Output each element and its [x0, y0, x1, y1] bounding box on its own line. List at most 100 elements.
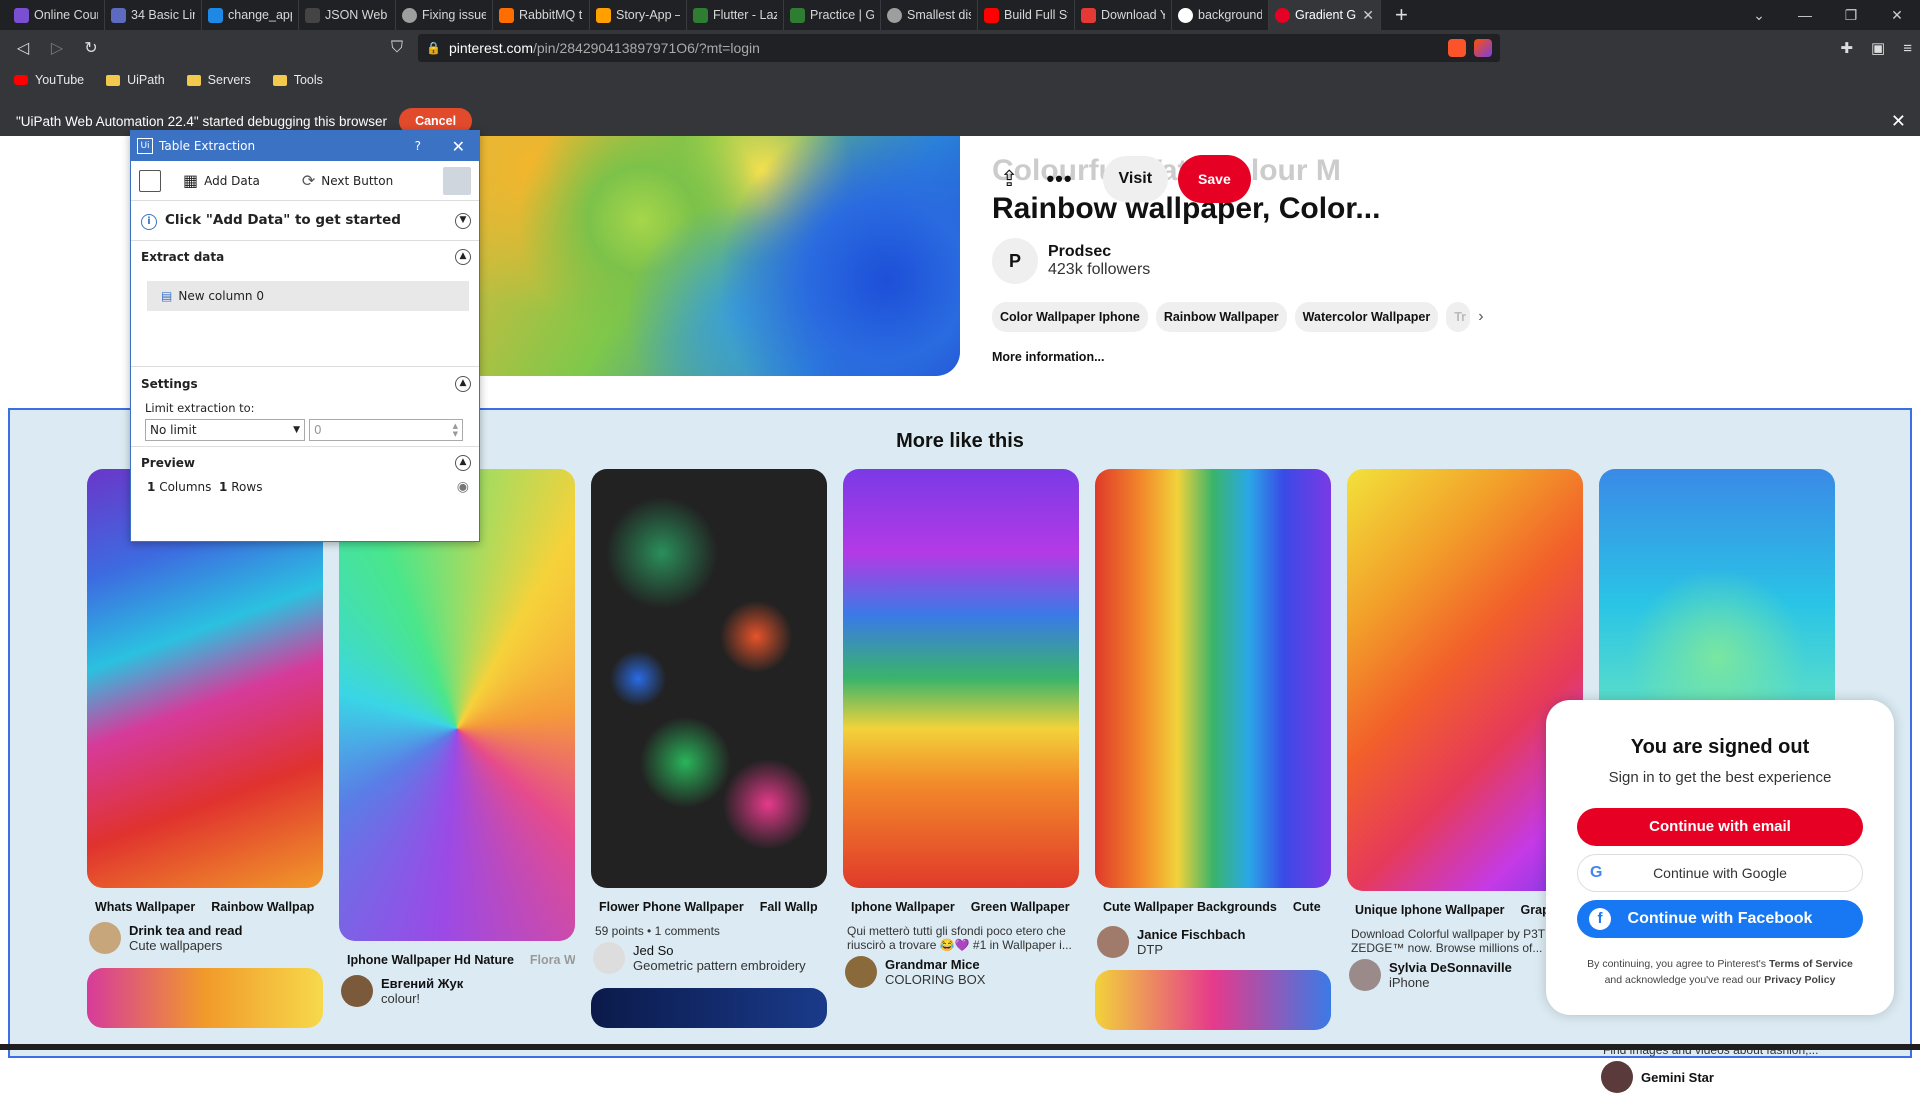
tag-chip[interactable]: Tr	[1446, 302, 1471, 332]
card-tag[interactable]: Flora W	[530, 953, 575, 967]
restore-icon[interactable]: ❐	[1828, 0, 1874, 30]
card-tag[interactable]: Unique Iphone Wallpaper	[1355, 903, 1505, 917]
card-author[interactable]: Sylvia DeSonnaville	[1389, 960, 1512, 975]
browser-tab[interactable]: Download Yout	[1075, 0, 1172, 30]
pin-card[interactable]: Flower Phone Wallpaper Fall Wallp 59 poin…	[591, 469, 827, 1028]
reload-icon[interactable]: ↻	[74, 38, 108, 58]
avatar[interactable]	[341, 975, 373, 1007]
avatar[interactable]	[845, 956, 877, 988]
limit-number-input[interactable]: 0 ▲ ▼	[309, 419, 463, 441]
more-information-link[interactable]: More information...	[992, 350, 1105, 364]
close-window-icon[interactable]: ✕	[1874, 0, 1920, 30]
card-tag[interactable]: Green Wallpaper	[971, 900, 1070, 914]
brave-rewards-icon[interactable]	[1474, 39, 1492, 57]
share-icon[interactable]: ⇪	[1000, 166, 1018, 192]
tag-chip[interactable]: Color Wallpaper Iphone	[992, 302, 1148, 332]
spinner-icon[interactable]: ▲ ▼	[453, 422, 458, 438]
save-icon[interactable]	[139, 169, 161, 192]
creator-info[interactable]: P Prodsec 423k followers	[992, 238, 1150, 284]
card-author[interactable]: Drink tea and read	[129, 923, 242, 938]
creator-name[interactable]: Prodsec	[1048, 243, 1150, 261]
forward-icon[interactable]: ▷	[40, 38, 74, 58]
back-icon[interactable]: ◁	[6, 38, 40, 58]
pin-card[interactable]: Iphone Wallpaper Green Wallpaper Qui mett…	[843, 469, 1079, 988]
tab-search-icon[interactable]: ⌄	[1736, 0, 1782, 30]
avatar[interactable]	[593, 942, 625, 974]
chevron-up-icon[interactable]: ▲	[455, 249, 471, 265]
chevron-up-icon[interactable]: ▲	[455, 455, 471, 471]
minimize-icon[interactable]: —	[1782, 0, 1828, 30]
pin-card-image[interactable]	[591, 469, 827, 888]
bookmark-icon[interactable]: ⛉	[380, 39, 414, 57]
close-tab-icon[interactable]: ✕	[1362, 7, 1374, 24]
close-icon[interactable]: ✕	[452, 137, 465, 156]
pin-card[interactable]: Cute Wallpaper Backgrounds Cute Janice Fi…	[1095, 469, 1331, 1030]
bookmark-servers[interactable]: Servers	[186, 73, 251, 87]
card-tag[interactable]: Cute Wallpaper Backgrounds	[1103, 900, 1277, 914]
pin-image[interactable]	[470, 136, 960, 376]
extensions-icon[interactable]: ✚	[1840, 39, 1853, 57]
pin-card-image[interactable]	[87, 968, 323, 1028]
avatar[interactable]	[1349, 959, 1381, 991]
browser-tab[interactable]: RabbitMQ tuto	[493, 0, 590, 30]
card-author[interactable]: Евгений Жук	[381, 976, 463, 991]
add-data-button[interactable]: ▦ Add Data	[183, 171, 260, 190]
refresh-icon[interactable]	[443, 166, 471, 195]
avatar[interactable]	[89, 922, 121, 954]
wallet-icon[interactable]: ▣	[1871, 39, 1885, 57]
browser-tab[interactable]: Smallest distinc	[881, 0, 978, 30]
pin-card-image[interactable]	[1095, 469, 1331, 888]
address-bar[interactable]: 🔒 pinterest.com/pin/284290413897971O6/?m…	[418, 34, 1500, 62]
card-author[interactable]: Jed So	[633, 943, 806, 958]
browser-tab[interactable]: 34 Basic Linux C	[105, 0, 202, 30]
avatar[interactable]	[1601, 1061, 1633, 1093]
continue-google-button[interactable]: G Continue with Google	[1577, 854, 1863, 892]
tag-chip[interactable]: Watercolor Wallpaper	[1294, 302, 1439, 332]
avatar[interactable]: P	[992, 238, 1038, 284]
close-infobar-icon[interactable]: ✕	[1891, 111, 1906, 132]
browser-tab[interactable]: Story-App – Ov	[590, 0, 687, 30]
more-options-icon[interactable]: •••	[1046, 166, 1072, 192]
card-tag[interactable]: Whats Wallpaper	[95, 900, 195, 914]
terms-link[interactable]: Terms of Service	[1769, 958, 1853, 970]
eye-icon[interactable]: ◉	[457, 479, 469, 495]
card-author[interactable]: Janice Fischbach	[1137, 927, 1245, 942]
visit-button[interactable]: Visit	[1102, 156, 1169, 202]
bookmark-tools[interactable]: Tools	[272, 73, 323, 87]
privacy-link[interactable]: Privacy Policy	[1764, 974, 1835, 986]
browser-tab[interactable]: background im	[1172, 0, 1269, 30]
continue-email-button[interactable]: Continue with email	[1577, 808, 1863, 846]
card-tag[interactable]: Iphone Wallpaper	[851, 900, 955, 914]
card-author[interactable]: Gemini Star	[1641, 1070, 1714, 1085]
card-tag[interactable]: Fall Wallp	[760, 900, 818, 914]
browser-tab-active[interactable]: Gradient G ✕	[1269, 0, 1381, 30]
pin-card[interactable]: Iphone Wallpaper Hd Nature Flora W Евгени…	[339, 469, 575, 1007]
column-item[interactable]: ▤ New column 0	[147, 281, 469, 311]
card-author[interactable]: Grandmar Mice	[885, 957, 985, 972]
limit-select[interactable]: No limit ▼	[145, 419, 305, 441]
browser-tab[interactable]: Flutter - Lazy Lo	[687, 0, 784, 30]
card-tag[interactable]: Flower Phone Wallpaper	[599, 900, 744, 914]
menu-icon[interactable]: ≡	[1903, 40, 1912, 57]
chevron-up-icon[interactable]: ▲	[455, 376, 471, 392]
te-titlebar[interactable]: Ui Table Extraction ? ✕	[131, 131, 479, 161]
browser-tab[interactable]: change_app_pa	[202, 0, 299, 30]
browser-tab[interactable]: Practice | Geeks	[784, 0, 881, 30]
continue-facebook-button[interactable]: f Continue with Facebook	[1577, 900, 1863, 938]
brave-shields-icon[interactable]	[1448, 39, 1466, 57]
pin-card-image[interactable]	[1095, 970, 1331, 1030]
bookmark-youtube[interactable]: YouTube	[14, 73, 84, 87]
browser-tab[interactable]: Fixing issues w	[396, 0, 493, 30]
pin-card-image[interactable]	[1599, 469, 1835, 739]
browser-tab[interactable]: JSON Web Toke	[299, 0, 396, 30]
next-button-button[interactable]: ⟳ Next Button	[302, 171, 393, 190]
browser-tab[interactable]: Build Full Stack	[978, 0, 1075, 30]
pin-card-image[interactable]	[843, 469, 1079, 888]
bookmark-uipath[interactable]: UiPath	[106, 73, 165, 87]
browser-tab[interactable]: Online Courses	[8, 0, 105, 30]
pin-card[interactable]: Whats Wallpaper Rainbow Wallpap Drink tea…	[87, 469, 323, 1028]
tag-chip[interactable]: Rainbow Wallpaper	[1155, 302, 1287, 332]
card-tag[interactable]: Iphone Wallpaper Hd Nature	[347, 953, 514, 967]
card-tag[interactable]: Cute	[1293, 900, 1321, 914]
card-tag[interactable]: Rainbow Wallpap	[211, 900, 314, 914]
